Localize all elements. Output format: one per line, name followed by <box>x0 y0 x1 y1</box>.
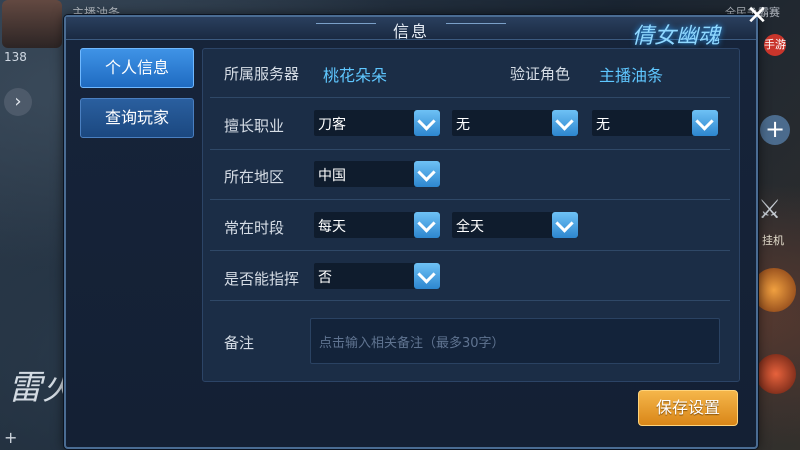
remark-label: 备注 <box>224 334 255 352</box>
auto-battle-label: 挂机 <box>762 234 784 247</box>
time-select-period-value: 全天 <box>456 219 484 235</box>
time-select-day[interactable]: 每天 <box>314 212 440 238</box>
chevron-down-icon <box>695 112 714 131</box>
logo-badge: 手游 <box>764 34 786 56</box>
game-scene: 138 主播油条 › 全民争霸赛 + ⚔ 挂机 + 雷火 信息 倩女幽魂 手游 … <box>0 0 800 450</box>
tab-personal-info[interactable]: 个人信息 <box>80 48 194 88</box>
skill-orb-2-icon[interactable] <box>756 354 796 394</box>
profession-select-3-value: 无 <box>596 117 610 133</box>
profession-select-1-value: 刀客 <box>318 117 346 133</box>
region-select-value: 中国 <box>318 168 346 184</box>
profession-select-1[interactable]: 刀客 <box>314 110 440 136</box>
dropdown-button[interactable] <box>414 110 440 136</box>
divider <box>210 199 730 200</box>
save-settings-button[interactable]: 保存设置 <box>638 390 738 426</box>
dropdown-button[interactable] <box>552 110 578 136</box>
time-select-period[interactable]: 全天 <box>452 212 578 238</box>
divider <box>210 97 730 98</box>
tab-query-player[interactable]: 查询玩家 <box>80 98 194 138</box>
close-button[interactable]: ✕ <box>744 3 770 30</box>
dropdown-button[interactable] <box>414 212 440 238</box>
remark-placeholder: 点击输入相关备注（最多30字） <box>319 336 505 351</box>
command-label: 是否能指挥 <box>224 270 300 288</box>
chevron-down-icon <box>417 163 436 182</box>
title-ornament-right <box>446 23 506 32</box>
profession-label: 擅长职业 <box>224 117 285 135</box>
command-select-value: 否 <box>318 270 332 286</box>
region-label: 所在地区 <box>224 168 285 186</box>
profession-select-2-value: 无 <box>456 117 470 133</box>
chevron-down-icon <box>417 112 436 131</box>
role-value: 主播油条 <box>599 66 664 85</box>
server-value: 桃花朵朵 <box>323 66 388 85</box>
profession-select-2[interactable]: 无 <box>452 110 578 136</box>
dropdown-button[interactable] <box>414 161 440 187</box>
skill-orb-icon[interactable] <box>752 268 796 312</box>
time-label: 常在时段 <box>224 219 285 237</box>
divider <box>210 300 730 301</box>
profession-select-3[interactable]: 无 <box>592 110 718 136</box>
dropdown-button[interactable] <box>552 212 578 238</box>
expand-arrow-icon[interactable]: › <box>4 88 32 116</box>
region-select[interactable]: 中国 <box>314 161 440 187</box>
chevron-down-icon <box>555 214 574 233</box>
player-avatar[interactable] <box>2 0 62 48</box>
dropdown-button[interactable] <box>692 110 718 136</box>
player-level: 138 <box>4 50 27 64</box>
chevron-down-icon <box>417 265 436 284</box>
time-select-day-value: 每天 <box>318 219 346 235</box>
server-label: 所属服务器 <box>224 65 300 83</box>
role-label: 验证角色 <box>510 65 571 83</box>
dropdown-button[interactable] <box>414 263 440 289</box>
remark-input[interactable]: 点击输入相关备注（最多30字） <box>310 318 720 364</box>
add-icon[interactable]: + <box>760 115 790 145</box>
plus-icon[interactable]: + <box>4 428 17 447</box>
divider <box>210 149 730 150</box>
chevron-down-icon <box>417 214 436 233</box>
command-select[interactable]: 否 <box>314 263 440 289</box>
crossed-swords-icon[interactable]: ⚔ <box>758 195 794 231</box>
divider <box>210 250 730 251</box>
chevron-down-icon <box>555 112 574 131</box>
